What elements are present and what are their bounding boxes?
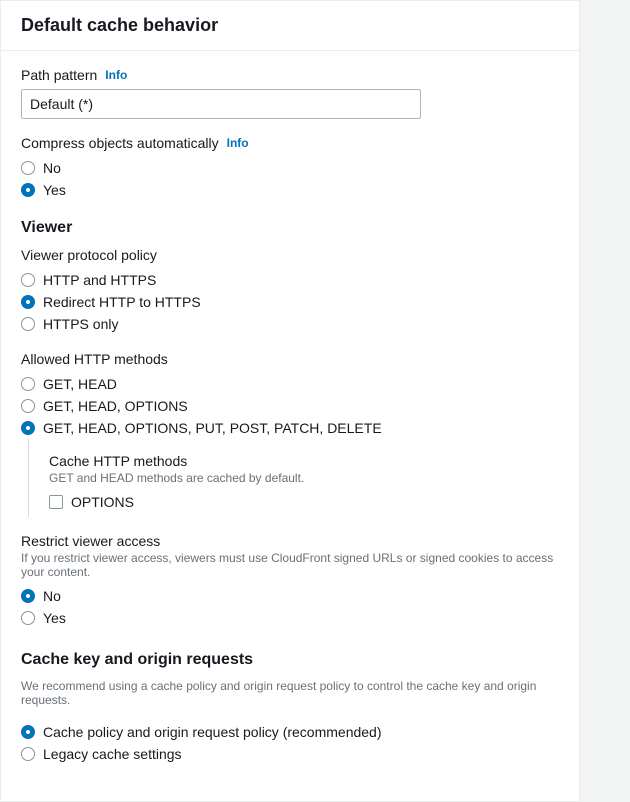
radio-icon (21, 399, 35, 413)
checkbox-icon (49, 495, 63, 509)
radio-icon (21, 611, 35, 625)
legacy-cache-radio[interactable]: Legacy cache settings (21, 743, 559, 765)
cache-http-methods-indent: Cache HTTP methods GET and HEAD methods … (28, 439, 559, 517)
radio-icon (21, 377, 35, 391)
methods-opt3-label: GET, HEAD, OPTIONS, PUT, POST, PATCH, DE… (43, 420, 382, 436)
protocol-opt2-label: Redirect HTTP to HTTPS (43, 294, 201, 310)
radio-icon (21, 317, 35, 331)
restrict-no-radio[interactable]: No (21, 585, 559, 607)
restrict-no-label: No (43, 588, 61, 604)
path-pattern-label: Path pattern (21, 67, 97, 83)
compress-no-label: No (43, 160, 61, 176)
methods-opt2-label: GET, HEAD, OPTIONS (43, 398, 188, 414)
restrict-access-label: Restrict viewer access (21, 533, 559, 549)
methods-all-radio[interactable]: GET, HEAD, OPTIONS, PUT, POST, PATCH, DE… (21, 417, 559, 439)
compress-field: Compress objects automatically Info No Y… (21, 135, 559, 201)
cache-policy-opt2-label: Legacy cache settings (43, 746, 182, 762)
restrict-access-help: If you restrict viewer access, viewers m… (21, 551, 559, 579)
protocol-redirect-radio[interactable]: Redirect HTTP to HTTPS (21, 291, 559, 313)
restrict-yes-label: Yes (43, 610, 66, 626)
path-pattern-info-link[interactable]: Info (105, 68, 127, 82)
radio-selected-icon (21, 183, 35, 197)
card-header: Default cache behavior (1, 1, 579, 51)
compress-no-radio[interactable]: No (21, 157, 559, 179)
path-pattern-label-row: Path pattern Info (21, 67, 559, 83)
card-title: Default cache behavior (21, 15, 559, 36)
restrict-access-field: Restrict viewer access If you restrict v… (21, 533, 559, 629)
compress-label-row: Compress objects automatically Info (21, 135, 559, 151)
allowed-methods-field: Allowed HTTP methods GET, HEAD GET, HEAD… (21, 351, 559, 517)
cache-policy-recommended-radio[interactable]: Cache policy and origin request policy (… (21, 721, 559, 743)
protocol-http-https-radio[interactable]: HTTP and HTTPS (21, 269, 559, 291)
path-pattern-input[interactable] (21, 89, 421, 119)
cache-key-help: We recommend using a cache policy and or… (21, 679, 559, 707)
compress-label: Compress objects automatically (21, 135, 219, 151)
cache-policy-opt1-label: Cache policy and origin request policy (… (43, 724, 382, 740)
viewer-heading: Viewer (21, 219, 559, 237)
radio-selected-icon (21, 725, 35, 739)
protocol-opt1-label: HTTP and HTTPS (43, 272, 156, 288)
cache-http-methods-help: GET and HEAD methods are cached by defau… (49, 471, 559, 485)
radio-icon (21, 273, 35, 287)
compress-yes-label: Yes (43, 182, 66, 198)
methods-opt1-label: GET, HEAD (43, 376, 117, 392)
compress-info-link[interactable]: Info (227, 136, 249, 150)
protocol-opt3-label: HTTPS only (43, 316, 118, 332)
radio-selected-icon (21, 421, 35, 435)
viewer-protocol-label: Viewer protocol policy (21, 247, 559, 263)
radio-icon (21, 161, 35, 175)
allowed-methods-label: Allowed HTTP methods (21, 351, 559, 367)
radio-selected-icon (21, 295, 35, 309)
restrict-yes-radio[interactable]: Yes (21, 607, 559, 629)
card-body: Path pattern Info Compress objects autom… (1, 51, 579, 801)
cache-key-heading: Cache key and origin requests (21, 651, 559, 669)
methods-get-head-radio[interactable]: GET, HEAD (21, 373, 559, 395)
radio-selected-icon (21, 589, 35, 603)
viewer-protocol-field: Viewer protocol policy HTTP and HTTPS Re… (21, 247, 559, 335)
path-pattern-field: Path pattern Info (21, 67, 559, 119)
methods-get-head-options-radio[interactable]: GET, HEAD, OPTIONS (21, 395, 559, 417)
compress-yes-radio[interactable]: Yes (21, 179, 559, 201)
options-checkbox-row[interactable]: OPTIONS (49, 491, 559, 513)
cache-key-options-field: Cache policy and origin request policy (… (21, 721, 559, 765)
options-checkbox-label: OPTIONS (71, 494, 134, 510)
default-cache-behavior-card: Default cache behavior Path pattern Info… (0, 0, 580, 802)
protocol-https-only-radio[interactable]: HTTPS only (21, 313, 559, 335)
radio-icon (21, 747, 35, 761)
cache-http-methods-title: Cache HTTP methods (49, 453, 559, 469)
